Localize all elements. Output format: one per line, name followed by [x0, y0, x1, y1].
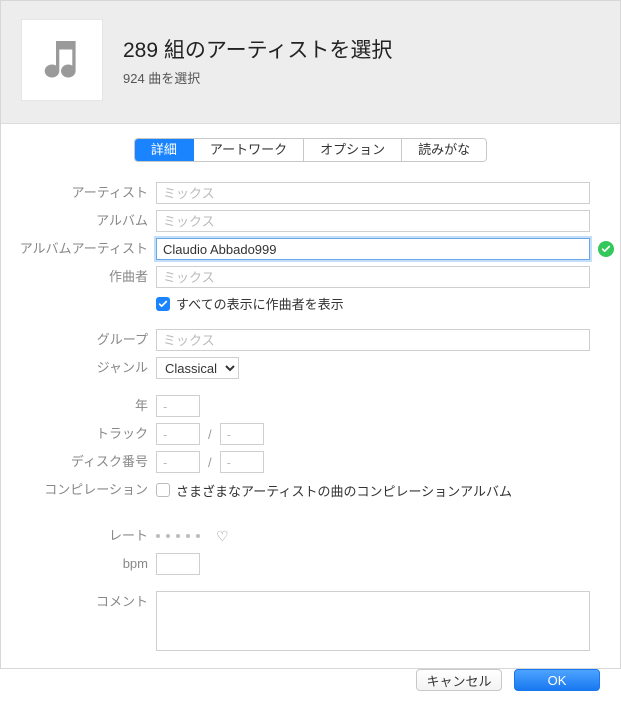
artist-input[interactable] [156, 182, 590, 204]
composer-input[interactable] [156, 266, 590, 288]
track-total-input[interactable] [220, 423, 264, 445]
dialog-footer: キャンセル OK [1, 657, 620, 705]
check-icon [598, 241, 614, 257]
rating-control[interactable] [156, 534, 200, 538]
music-note-icon [38, 35, 86, 86]
album-input[interactable] [156, 210, 590, 232]
group-input[interactable] [156, 329, 590, 351]
disc-number-input[interactable] [156, 451, 200, 473]
show-composer-label: すべての表示に作曲者を表示 [176, 294, 344, 313]
artwork-placeholder [21, 19, 103, 101]
love-heart-icon[interactable]: ♡ [216, 528, 229, 545]
label-comment: コメント [11, 591, 156, 613]
disc-slash: / [206, 455, 214, 470]
segmented-control: 詳細 アートワーク オプション 読みがな [134, 138, 487, 162]
year-input[interactable] [156, 395, 200, 417]
label-album: アルバム [11, 210, 156, 232]
tab-artwork[interactable]: アートワーク [194, 139, 304, 161]
dialog-title: 289 組のアーティストを選択 [123, 34, 392, 64]
track-slash: / [206, 427, 214, 442]
track-number-input[interactable] [156, 423, 200, 445]
edit-multiple-dialog: 289 組のアーティストを選択 924 曲を選択 詳細 アートワーク オプション… [0, 0, 621, 669]
tab-options[interactable]: オプション [304, 139, 402, 161]
label-bpm: bpm [11, 553, 156, 575]
detail-form: アーティスト アルバム アルバムアーティスト 作曲者 [1, 182, 620, 657]
cancel-button[interactable]: キャンセル [416, 669, 502, 691]
album-artist-input[interactable] [156, 238, 590, 260]
label-year: 年 [11, 395, 156, 417]
label-album-artist: アルバムアーティスト [11, 238, 156, 260]
dialog-header: 289 組のアーティストを選択 924 曲を選択 [1, 1, 620, 124]
comment-textarea[interactable] [156, 591, 590, 651]
disc-total-input[interactable] [220, 451, 264, 473]
label-rate: レート [11, 525, 156, 547]
label-group: グループ [11, 329, 156, 351]
tab-detail[interactable]: 詳細 [135, 139, 194, 161]
label-artist: アーティスト [11, 182, 156, 204]
show-composer-checkbox[interactable] [156, 297, 170, 311]
header-text: 289 組のアーティストを選択 924 曲を選択 [123, 34, 392, 87]
tab-sorting[interactable]: 読みがな [402, 139, 486, 161]
compilation-cb-label: さまざまなアーティストの曲のコンピレーションアルバム [176, 481, 512, 500]
genre-select[interactable]: Classical [156, 357, 239, 379]
tab-bar: 詳細 アートワーク オプション 読みがな [1, 124, 620, 182]
label-track: トラック [11, 423, 156, 445]
label-composer: 作曲者 [11, 266, 156, 288]
label-compilation: コンピレーション [11, 479, 156, 501]
label-disc: ディスク番号 [11, 451, 156, 473]
compilation-checkbox[interactable] [156, 483, 170, 497]
label-genre: ジャンル [11, 357, 156, 379]
dialog-subtitle: 924 曲を選択 [123, 68, 392, 87]
bpm-input[interactable] [156, 553, 200, 575]
ok-button[interactable]: OK [514, 669, 600, 691]
